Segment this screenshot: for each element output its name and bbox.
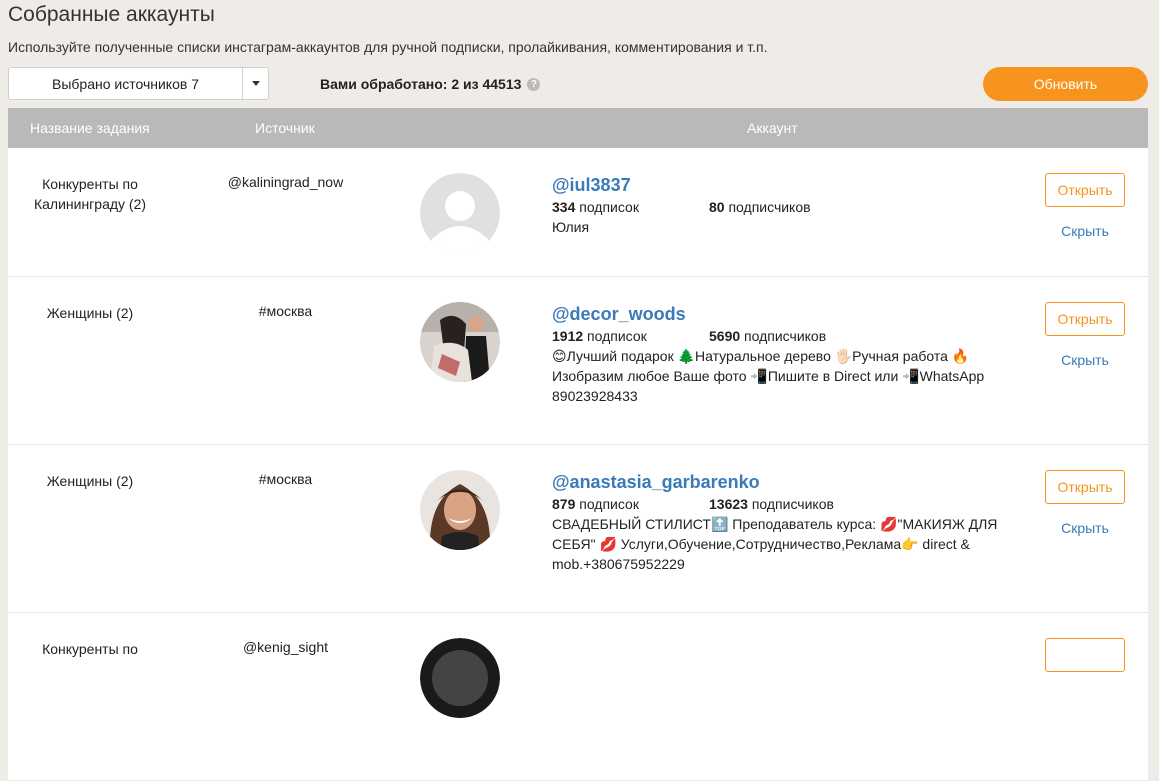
column-header-task: Название задания [30, 120, 150, 136]
avatar[interactable] [420, 173, 500, 253]
account-username[interactable]: @anastasia_garbarenko [552, 471, 760, 493]
hide-link[interactable]: Скрыть [1045, 352, 1125, 368]
caret-down-icon [251, 81, 260, 86]
task-name: Женщины (2) [46, 305, 134, 321]
open-button[interactable]: Открыть [1045, 302, 1125, 336]
avatar[interactable] [420, 302, 500, 382]
followers-count: 13623 подписчиков [709, 496, 834, 512]
account-bio: Юлия [552, 219, 590, 235]
open-button[interactable]: Открыть [1045, 470, 1125, 504]
following-count: 334 подписок [552, 199, 639, 215]
table-row: Конкуренты по Калининграду (2) @kalining… [8, 148, 1148, 277]
source-name: #москва [258, 303, 313, 319]
source-name: @kenig_sight [242, 639, 329, 655]
followers-count: 80 подписчиков [709, 199, 811, 215]
account-counts: 334 подписок 80 подписчиков [552, 198, 1002, 216]
accounts-table: Название задания Источник Аккаунт Конкур… [8, 108, 1148, 781]
account-info [552, 639, 1002, 657]
help-icon[interactable]: ? [527, 77, 541, 91]
account-bio: 😊Лучший подарок 🌲Натуральное дерево 🖐🏻Ру… [552, 348, 985, 404]
hide-link[interactable]: Скрыть [1045, 520, 1125, 536]
page-title: Собранные аккаунты [8, 3, 215, 26]
processed-counter: Вами обработано: 2 из 44513 ? [320, 76, 541, 92]
dropdown-toggle[interactable] [243, 68, 268, 99]
source-name: #москва [258, 471, 313, 487]
account-info: @anastasia_garbarenko 879 подписок 13623… [552, 471, 1002, 574]
avatar[interactable] [420, 638, 500, 718]
source-select[interactable]: Выбрано источников 7 [8, 67, 269, 100]
page-subtitle: Используйте полученные списки инстаграм-… [8, 39, 768, 55]
refresh-button[interactable]: Обновить [983, 67, 1148, 101]
open-button[interactable]: Открыть [1045, 173, 1125, 207]
account-username[interactable]: @iul3837 [552, 174, 631, 196]
source-select-label: Выбрано источников 7 [9, 68, 243, 99]
account-username[interactable]: @decor_woods [552, 303, 686, 325]
avatar[interactable] [420, 470, 500, 550]
table-row: Женщины (2) #москва @decor_woods 1912 по… [8, 277, 1148, 445]
open-button[interactable] [1045, 638, 1125, 672]
account-counts: 879 подписок 13623 подписчиков [552, 495, 1002, 513]
column-header-source: Источник [255, 120, 315, 136]
task-name: Женщины (2) [46, 473, 134, 489]
hide-link[interactable]: Скрыть [1045, 223, 1125, 239]
account-info: @decor_woods 1912 подписок 5690 подписчи… [552, 303, 1002, 406]
account-counts: 1912 подписок 5690 подписчиков [552, 327, 1002, 345]
processed-text: Вами обработано: 2 из 44513 [320, 76, 522, 92]
source-name: @kaliningrad_now [227, 174, 344, 190]
task-name: Конкуренты по [42, 641, 138, 657]
task-name: Конкуренты по Калининграду (2) [33, 176, 147, 212]
table-header: Название задания Источник Аккаунт [8, 108, 1148, 148]
table-row: Женщины (2) #москва @anastasia_garbarenk… [8, 445, 1148, 613]
column-header-account: Аккаунт [747, 120, 798, 136]
account-info: @iul3837 334 подписок 80 подписчиков Юли… [552, 174, 1002, 237]
account-bio: СВАДЕБНЫЙ СТИЛИСТ🔝 Преподаватель курса: … [552, 516, 998, 572]
followers-count: 5690 подписчиков [709, 328, 827, 344]
table-row: Конкуренты по @kenig_sight [8, 613, 1148, 781]
following-count: 879 подписок [552, 496, 639, 512]
following-count: 1912 подписок [552, 328, 647, 344]
